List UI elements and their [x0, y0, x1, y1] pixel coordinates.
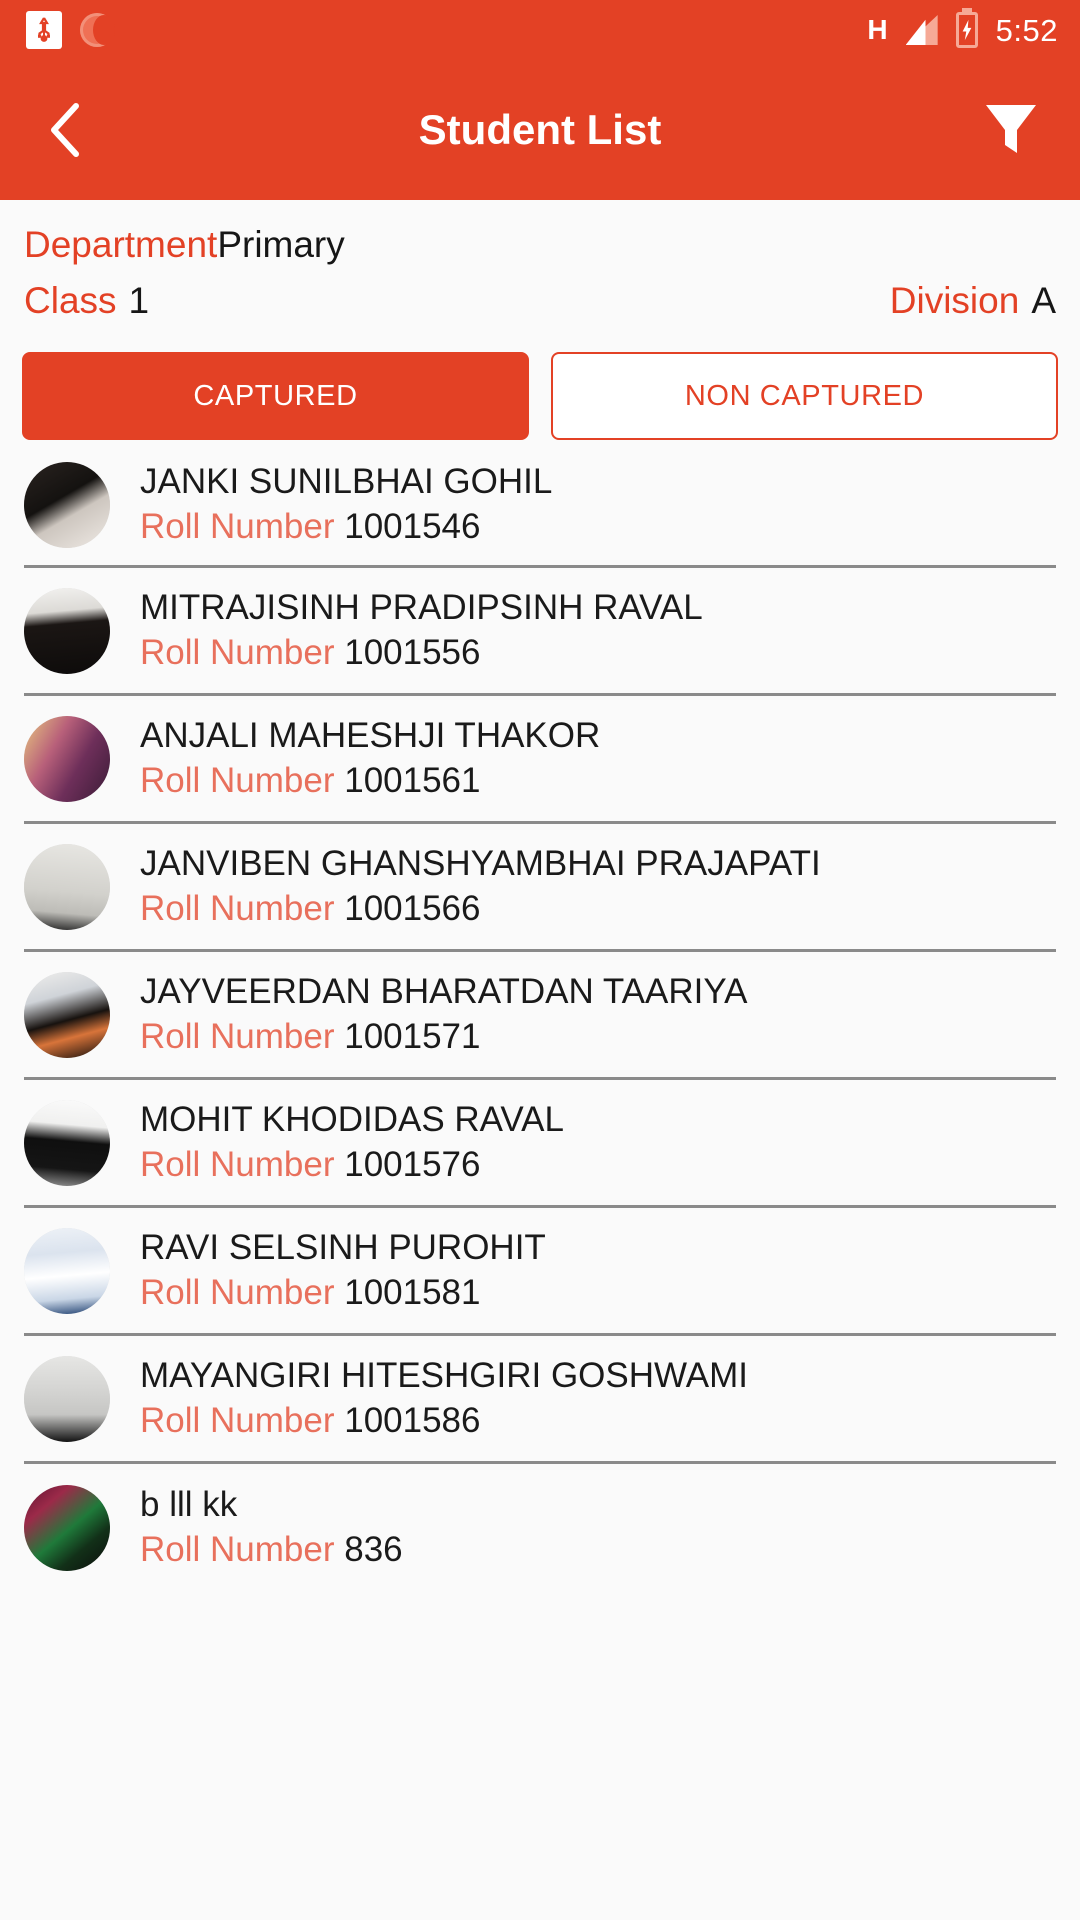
student-row[interactable]: ANJALI MAHESHJI THAKOR Roll Number 100156…	[24, 696, 1056, 824]
roll-number-value: 1001581	[334, 1272, 481, 1312]
usb-icon	[26, 11, 62, 49]
tab-captured-label: CAPTURED	[193, 379, 358, 412]
student-info: JAYVEERDAN BHARATDAN TAARIYA Roll Number …	[140, 971, 748, 1056]
roll-number-value: 1001576	[334, 1144, 481, 1184]
student-list: JANKI SUNILBHAI GOHIL Roll Number 1001546…	[0, 440, 1080, 1592]
student-row[interactable]: JAYVEERDAN BHARATDAN TAARIYA Roll Number …	[24, 952, 1056, 1080]
student-avatar	[24, 1099, 110, 1186]
status-bar-right: H 5:52	[867, 12, 1058, 48]
student-name: JAYVEERDAN BHARATDAN TAARIYA	[140, 971, 748, 1011]
student-row[interactable]: MOHIT KHODIDAS RAVAL Roll Number 1001576	[24, 1080, 1056, 1208]
roll-number-label: Roll Number	[140, 506, 335, 546]
roll-number-value: 836	[334, 1530, 403, 1569]
roll-number-label: Roll Number	[140, 1530, 335, 1569]
network-type-label: H	[867, 14, 888, 45]
student-info: b lll kk Roll Number 836	[140, 1485, 403, 1569]
student-avatar	[24, 715, 110, 802]
roll-number-value: 1001586	[334, 1400, 481, 1440]
division-value: A	[1031, 280, 1056, 321]
student-name: RAVI SELSINH PUROHIT	[140, 1227, 546, 1267]
student-roll-line: Roll Number 1001576	[140, 1144, 564, 1184]
student-info: RAVI SELSINH PUROHIT Roll Number 1001581	[140, 1227, 546, 1312]
student-row[interactable]: MITRAJISINH PRADIPSINH RAVAL Roll Number …	[24, 568, 1056, 696]
division-label: Division	[889, 280, 1020, 321]
roll-number-label: Roll Number	[140, 888, 335, 928]
student-name: MOHIT KHODIDAS RAVAL	[140, 1099, 564, 1139]
roll-number-label: Roll Number	[140, 760, 335, 800]
filter-button[interactable]	[980, 99, 1042, 161]
department-row: Department Primary	[24, 224, 1056, 266]
student-roll-line: Roll Number 1001571	[140, 1016, 747, 1056]
sync-icon	[80, 13, 115, 47]
status-bar-left	[26, 11, 115, 49]
roll-number-label: Roll Number	[140, 1144, 335, 1184]
student-roll-line: Roll Number 836	[140, 1530, 403, 1569]
roll-number-value: 1001546	[334, 506, 481, 546]
student-roll-line: Roll Number 1001586	[140, 1400, 748, 1440]
student-avatar	[24, 1227, 110, 1314]
student-avatar	[24, 587, 110, 674]
student-name: ANJALI MAHESHJI THAKOR	[140, 715, 601, 755]
student-roll-line: Roll Number 1001546	[140, 506, 552, 546]
status-bar: H 5:52	[0, 0, 1080, 60]
tab-non-captured-label: NON CAPTURED	[684, 379, 925, 412]
student-info: JANKI SUNILBHAI GOHIL Roll Number 1001546	[140, 461, 553, 546]
student-avatar	[24, 1355, 110, 1442]
student-avatar	[24, 971, 110, 1058]
student-roll-line: Roll Number 1001566	[140, 888, 821, 928]
department-value: Primary	[217, 224, 345, 265]
roll-number-value: 1001571	[334, 1016, 481, 1056]
division-group: Division A	[890, 280, 1056, 322]
class-group: Class 1	[24, 280, 149, 322]
roll-number-label: Roll Number	[140, 1016, 335, 1056]
student-row[interactable]: JANVIBEN GHANSHYAMBHAI PRAJAPATI Roll Num…	[24, 824, 1056, 952]
student-name: MAYANGIRI HITESHGIRI GOSHWAMI	[140, 1355, 748, 1395]
status-clock: 5:52	[995, 12, 1058, 48]
roll-number-label: Roll Number	[140, 632, 335, 672]
battery-charging-icon	[955, 12, 978, 48]
student-name: MITRAJISINH PRADIPSINH RAVAL	[140, 587, 703, 627]
student-info: MOHIT KHODIDAS RAVAL Roll Number 1001576	[140, 1099, 564, 1184]
roll-number-value: 1001566	[334, 888, 481, 928]
class-value: 1	[128, 280, 150, 321]
signal-icon	[905, 15, 938, 45]
student-avatar	[24, 843, 110, 930]
app-bar: Student List	[0, 60, 1080, 200]
back-button[interactable]	[34, 99, 96, 161]
filter-funnel-icon	[986, 105, 1036, 153]
student-info: MAYANGIRI HITESHGIRI GOSHWAMI Roll Number…	[140, 1355, 748, 1440]
roll-number-value: 1001556	[334, 632, 481, 672]
student-name: JANVIBEN GHANSHYAMBHAI PRAJAPATI	[140, 843, 821, 883]
roll-number-label: Roll Number	[140, 1272, 335, 1312]
student-roll-line: Roll Number 1001581	[140, 1272, 546, 1312]
roll-number-label: Roll Number	[140, 1400, 335, 1440]
student-roll-line: Roll Number 1001561	[140, 760, 600, 800]
student-name: b lll kk	[140, 1485, 238, 1525]
roll-number-value: 1001561	[334, 760, 481, 800]
tab-captured[interactable]: CAPTURED	[22, 352, 529, 440]
tab-non-captured[interactable]: NON CAPTURED	[551, 352, 1058, 440]
student-row[interactable]: JANKI SUNILBHAI GOHIL Roll Number 1001546	[24, 440, 1056, 568]
student-info: JANVIBEN GHANSHYAMBHAI PRAJAPATI Roll Num…	[140, 843, 821, 928]
student-avatar	[24, 461, 110, 548]
student-roll-line: Roll Number 1001556	[140, 632, 703, 672]
back-chevron-icon	[51, 103, 79, 157]
page-title: Student List	[418, 106, 662, 153]
student-row[interactable]: b lll kk Roll Number 836	[24, 1464, 1056, 1592]
department-label: Department	[24, 224, 218, 265]
student-row[interactable]: MAYANGIRI HITESHGIRI GOSHWAMI Roll Number…	[24, 1336, 1056, 1464]
filter-summary: Department Primary Class 1 Division A	[0, 200, 1080, 322]
student-avatar	[24, 1485, 110, 1571]
student-info: ANJALI MAHESHJI THAKOR Roll Number 100156…	[140, 715, 601, 800]
student-info: MITRAJISINH PRADIPSINH RAVAL Roll Number …	[140, 587, 703, 672]
student-name: JANKI SUNILBHAI GOHIL	[140, 461, 553, 501]
class-label: Class	[24, 280, 117, 321]
student-row[interactable]: RAVI SELSINH PUROHIT Roll Number 1001581	[24, 1208, 1056, 1336]
capture-status-tabs: CAPTURED NON CAPTURED	[0, 336, 1080, 440]
class-division-row: Class 1 Division A	[24, 280, 1056, 322]
